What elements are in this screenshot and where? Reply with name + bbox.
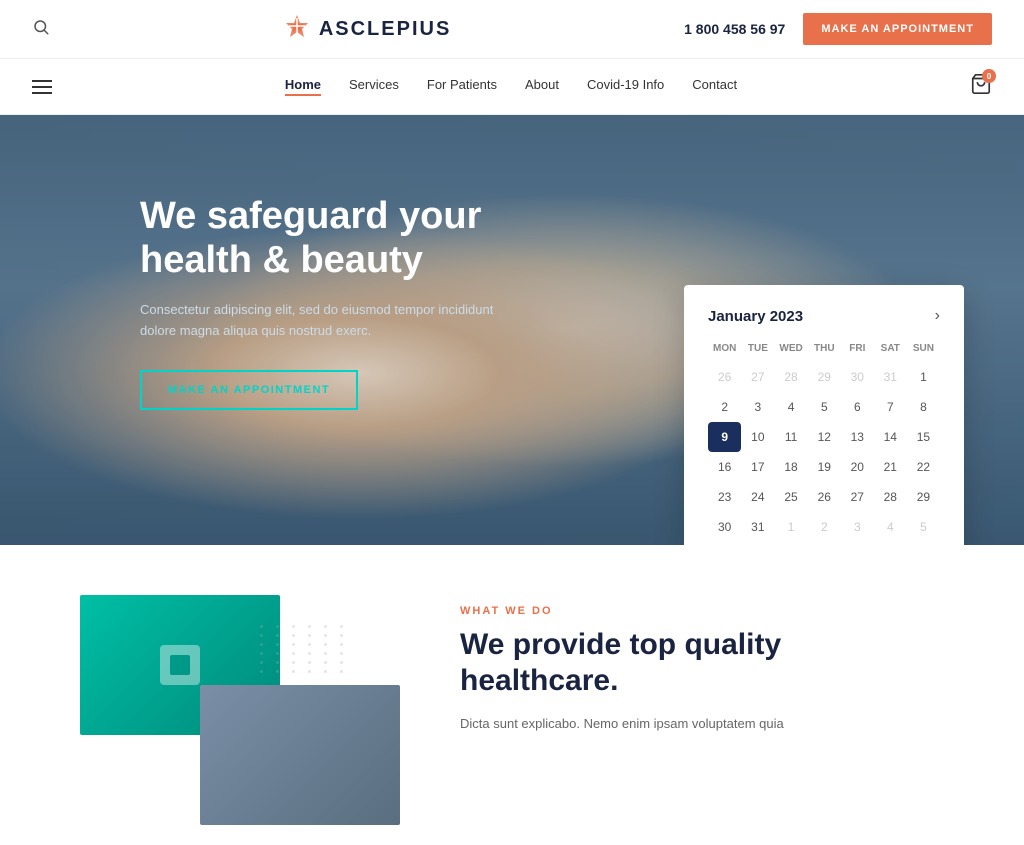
calendar-day[interactable]: 5: [808, 392, 841, 422]
calendar-day-header: TUE: [741, 339, 774, 362]
calendar-day-header: SAT: [874, 339, 907, 362]
calendar-day[interactable]: 30: [841, 362, 874, 392]
logo: ASCLEPIUS: [283, 12, 451, 46]
calendar-day[interactable]: 19: [808, 452, 841, 482]
calendar-day[interactable]: 25: [774, 482, 807, 512]
calendar-day[interactable]: 17: [741, 452, 774, 482]
appointment-button-top[interactable]: MAKE AN APPOINTMENT: [803, 13, 992, 45]
header-right: 1 800 458 56 97 MAKE AN APPOINTMENT: [684, 13, 992, 45]
calendar-day[interactable]: 20: [841, 452, 874, 482]
calendar-day[interactable]: 23: [708, 482, 741, 512]
calendar-day[interactable]: 26: [808, 482, 841, 512]
calendar-month: January 2023: [708, 308, 803, 325]
section-images: for(let i=0;i<36;i++) document.write('<s…: [80, 595, 400, 795]
hero-description: Consectetur adipiscing elit, sed do eius…: [140, 300, 510, 342]
nav-link-services[interactable]: Services: [349, 77, 399, 96]
nav-link-covid-19-info[interactable]: Covid-19 Info: [587, 77, 664, 96]
calendar-day[interactable]: 24: [741, 482, 774, 512]
calendar-day[interactable]: 31: [741, 512, 774, 542]
calendar-day[interactable]: 27: [741, 362, 774, 392]
calendar-day-header: WED: [774, 339, 807, 362]
search-icon[interactable]: [32, 18, 50, 41]
calendar-day[interactable]: 21: [874, 452, 907, 482]
calendar-day[interactable]: 14: [874, 422, 907, 452]
calendar-day[interactable]: 28: [874, 482, 907, 512]
calendar-header: January 2023 ›: [708, 307, 940, 325]
calendar-day-header: FRI: [841, 339, 874, 362]
calendar-day[interactable]: 5: [907, 512, 940, 542]
calendar-day[interactable]: 4: [774, 392, 807, 422]
calendar-day[interactable]: 30: [708, 512, 741, 542]
calendar-day[interactable]: 31: [874, 362, 907, 392]
section-description: Dicta sunt explicabo. Nemo enim ipsam vo…: [460, 713, 944, 735]
nav-link-home[interactable]: Home: [285, 77, 321, 96]
nav-link-about[interactable]: About: [525, 77, 559, 96]
hero-title: We safeguard your health & beauty: [140, 195, 570, 282]
logo-text: ASCLEPIUS: [319, 18, 451, 41]
calendar-next-button[interactable]: ›: [935, 307, 940, 325]
calendar-day[interactable]: 22: [907, 452, 940, 482]
calendar-day[interactable]: 1: [774, 512, 807, 542]
nav-bar: Home Services For Patients About Covid-19 In…: [0, 59, 1024, 115]
calendar-day[interactable]: 29: [907, 482, 940, 512]
appointment-button-hero[interactable]: MAKE AN APPOINTMENT: [140, 370, 358, 410]
hero-section: We safeguard your health & beauty Consec…: [0, 115, 1024, 545]
calendar-day-header: MON: [708, 339, 741, 362]
calendar-grid: MONTUEWEDTHUFRISATSUN2627282930311234567…: [708, 339, 940, 542]
calendar-day[interactable]: 2: [708, 392, 741, 422]
calendar-day[interactable]: 1: [907, 362, 940, 392]
calendar-day[interactable]: 2: [808, 512, 841, 542]
calendar-day[interactable]: 10: [741, 422, 774, 452]
calendar-day[interactable]: 7: [874, 392, 907, 422]
calendar-day[interactable]: 27: [841, 482, 874, 512]
calendar-day[interactable]: 26: [708, 362, 741, 392]
calendar-day[interactable]: 28: [774, 362, 807, 392]
phone-number: 1 800 458 56 97: [684, 21, 785, 37]
calendar-day[interactable]: 4: [874, 512, 907, 542]
section-below: for(let i=0;i<36;i++) document.write('<s…: [0, 545, 1024, 845]
calendar-day[interactable]: 15: [907, 422, 940, 452]
section-label: WHAT WE DO: [460, 605, 944, 617]
cart-icon[interactable]: 0: [970, 73, 992, 100]
section-title: We provide top quality healthcare.: [460, 627, 944, 699]
calendar-day[interactable]: 13: [841, 422, 874, 452]
nav-link-for-patients[interactable]: For Patients: [427, 77, 497, 96]
image-block-2: [200, 685, 400, 825]
calendar-day[interactable]: 29: [808, 362, 841, 392]
hamburger-menu[interactable]: [32, 80, 52, 94]
calendar-day[interactable]: 16: [708, 452, 741, 482]
nav-links: Home Services For Patients About Covid-19 In…: [285, 77, 737, 96]
calendar-day[interactable]: 11: [774, 422, 807, 452]
calendar-day[interactable]: 3: [741, 392, 774, 422]
calendar-day[interactable]: 6: [841, 392, 874, 422]
calendar-day-header: SUN: [907, 339, 940, 362]
calendar-day[interactable]: 3: [841, 512, 874, 542]
logo-icon: [283, 12, 311, 46]
top-header: ASCLEPIUS 1 800 458 56 97 MAKE AN APPOIN…: [0, 0, 1024, 59]
calendar-day[interactable]: 18: [774, 452, 807, 482]
nav-link-contact[interactable]: Contact: [692, 77, 737, 96]
calendar-day[interactable]: 9: [708, 422, 741, 452]
dot-pattern: for(let i=0;i<36;i++) document.write('<s…: [260, 625, 350, 673]
section-text: WHAT WE DO We provide top quality health…: [460, 595, 944, 735]
calendar-day[interactable]: 8: [907, 392, 940, 422]
calendar-card: January 2023 › MONTUEWEDTHUFRISATSUN2627…: [684, 285, 964, 545]
calendar-day[interactable]: 12: [808, 422, 841, 452]
calendar-day-header: THU: [808, 339, 841, 362]
